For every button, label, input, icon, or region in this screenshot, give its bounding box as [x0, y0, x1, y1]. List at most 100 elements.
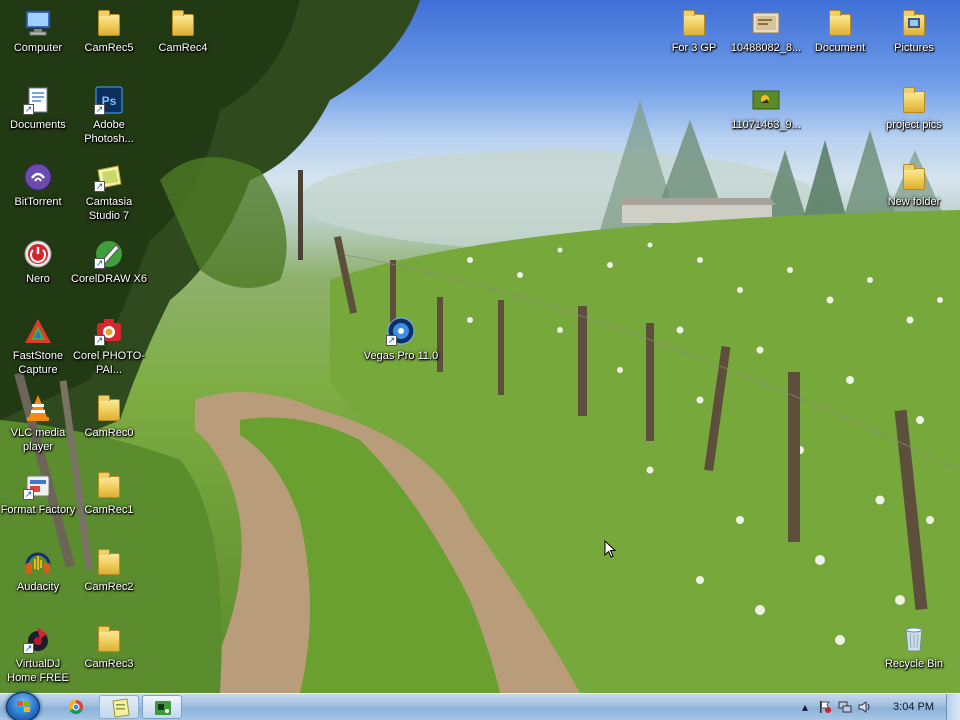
- desktop-icon-adobe-photoshop[interactable]: Ps ↗ Adobe Photosh...: [71, 80, 147, 154]
- desktop-icon-corel-photo-paint[interactable]: ↗ Corel PHOTO-PAI...: [71, 311, 147, 385]
- desktop-icon-recycle-bin[interactable]: Recycle Bin: [876, 619, 952, 693]
- image-file-icon: [751, 85, 781, 115]
- taskbar: ▴ 3:04 PM: [0, 692, 960, 720]
- desktop-icon-label: Documents: [10, 119, 66, 131]
- recycle-bin-icon: [899, 624, 929, 654]
- camtasia-icon: ↗: [94, 162, 124, 192]
- folder-icon: [94, 393, 124, 423]
- desktop-icon-coreldraw[interactable]: ↗ CorelDRAW X6: [71, 234, 147, 308]
- camrecorder-icon: [155, 701, 171, 715]
- desktop-icon-label: CamRec2: [84, 581, 134, 593]
- desktop-icon-camrec1[interactable]: CamRec1: [71, 465, 147, 539]
- desktop-icon-image-11071463[interactable]: 11071463_9...: [728, 80, 804, 154]
- folder-icon: [94, 8, 124, 38]
- desktop-icon-format-factory[interactable]: ↗ Format Factory: [0, 465, 76, 539]
- desktop-icon-camrec0[interactable]: CamRec0: [71, 388, 147, 462]
- audacity-icon: [23, 547, 53, 577]
- corel-photopaint-icon: ↗: [94, 316, 124, 346]
- desktop-icon-label: Format Factory: [0, 504, 76, 516]
- notepad-icon: [112, 698, 130, 718]
- desktop-icon-label: Audacity: [16, 581, 60, 593]
- desktop-icon-virtualdj[interactable]: ↗ VirtualDJ Home FREE: [0, 619, 76, 693]
- taskbar-clock[interactable]: 3:04 PM: [893, 694, 934, 720]
- vegas-icon: ↗: [386, 316, 416, 346]
- folder-icon: [899, 85, 929, 115]
- system-tray: ▴ 3:04 PM: [784, 694, 960, 720]
- desktop-icon-label: Vegas Pro 11.0: [363, 350, 439, 362]
- taskbar-notepad[interactable]: [99, 695, 139, 719]
- desktop-icon-for-3-gp[interactable]: For 3 GP: [656, 3, 732, 77]
- virtualdj-icon: ↗: [23, 624, 53, 654]
- desktop-icon-audacity[interactable]: Audacity: [0, 542, 76, 616]
- desktop-icon-computer[interactable]: Computer: [0, 3, 76, 77]
- folder-icon: [679, 8, 709, 38]
- image-file-icon: [751, 8, 781, 38]
- coreldraw-icon: ↗: [94, 239, 124, 269]
- folder-icon: [94, 624, 124, 654]
- folder-icon: [899, 162, 929, 192]
- desktop-icon-project-pics[interactable]: project pics: [876, 80, 952, 154]
- chrome-icon: [68, 699, 83, 715]
- desktop-icon-image-10488082[interactable]: 10488082_8...: [728, 3, 804, 77]
- action-center-flag-icon[interactable]: [818, 700, 832, 714]
- folder-icon: [94, 547, 124, 577]
- desktop-icon-label: VirtualDJ Home FREE: [7, 658, 69, 684]
- documents-icon: ↗: [23, 85, 53, 115]
- desktop-icon-label: CamRec4: [158, 42, 208, 54]
- volume-icon[interactable]: [858, 700, 872, 714]
- desktop-icon-camrec2[interactable]: CamRec2: [71, 542, 147, 616]
- desktop-icon-vegas-pro[interactable]: ↗ Vegas Pro 11.0: [363, 311, 439, 385]
- desktop-icon-document-folder[interactable]: Document: [802, 3, 878, 77]
- format-factory-icon: ↗: [23, 470, 53, 500]
- mouse-cursor-icon: [604, 540, 616, 558]
- network-icon[interactable]: [838, 700, 852, 714]
- desktop-icon-label: New folder: [887, 196, 941, 208]
- computer-icon: [23, 8, 53, 38]
- desktop-icon-label: Document: [814, 42, 866, 54]
- desktop-icon-camrec5[interactable]: CamRec5: [71, 3, 147, 77]
- desktop-icon-label: CamRec5: [84, 42, 134, 54]
- show-desktop-button[interactable]: [946, 694, 960, 720]
- vlc-icon: [23, 393, 53, 423]
- desktop-icon-label: 10488082_8...: [730, 42, 802, 54]
- desktop-icon-faststone-capture[interactable]: FastStone Capture: [0, 311, 76, 385]
- desktop-icon-label: 11071463_9...: [731, 119, 801, 131]
- desktop-icon-label: VLC media player: [10, 427, 66, 453]
- desktop-icon-label: CamRec1: [84, 504, 134, 516]
- desktop-icon-label: Corel PHOTO-PAI...: [73, 350, 145, 376]
- pictures-folder-icon: [899, 8, 929, 38]
- desktop-icon-label: CamRec3: [84, 658, 134, 670]
- desktop-icon-vlc[interactable]: VLC media player: [0, 388, 76, 462]
- desktop-icon-label: Computer: [13, 42, 63, 54]
- desktop-icon-label: project pics: [886, 119, 942, 131]
- desktop-icon-label: Recycle Bin: [884, 658, 944, 670]
- desktop-icon-pictures[interactable]: Pictures: [876, 3, 952, 77]
- desktop-icon-label: FastStone Capture: [12, 350, 64, 376]
- desktop-icon-nero[interactable]: Nero: [0, 234, 76, 308]
- folder-icon: [825, 8, 855, 38]
- desktop-icon-label: For 3 GP: [671, 42, 717, 54]
- folder-icon: [168, 8, 198, 38]
- chevron-up-icon[interactable]: ▴: [798, 700, 812, 714]
- desktop-icon-documents[interactable]: ↗ Documents: [0, 80, 76, 154]
- desktop-icon-new-folder[interactable]: New folder: [876, 157, 952, 231]
- desktop-icon-camtasia[interactable]: ↗ Camtasia Studio 7: [71, 157, 147, 231]
- desktop-icon-label: BitTorrent: [14, 196, 62, 208]
- taskbar-camrecorder[interactable]: [142, 695, 182, 719]
- taskbar-chrome[interactable]: [58, 695, 94, 719]
- nero-icon: [23, 239, 53, 269]
- photoshop-icon: Ps ↗: [94, 85, 124, 115]
- desktop-icon-bittorrent[interactable]: BitTorrent: [0, 157, 76, 231]
- folder-icon: [94, 470, 124, 500]
- desktop-icon-label: Nero: [26, 273, 50, 285]
- desktop-icon-camrec4[interactable]: CamRec4: [145, 3, 221, 77]
- desktop-icon-label: CamRec0: [84, 427, 134, 439]
- desktop-icon-label: Adobe Photosh...: [84, 119, 134, 145]
- desktop-icon-label: Camtasia Studio 7: [85, 196, 133, 222]
- desktop-icon-label: Pictures: [894, 42, 934, 54]
- desktop-icon-camrec3[interactable]: CamRec3: [71, 619, 147, 693]
- desktop-icon-label: CorelDRAW X6: [71, 273, 147, 285]
- start-button[interactable]: [6, 692, 40, 720]
- windows-logo-icon: [17, 701, 31, 714]
- bittorrent-icon: [23, 162, 53, 192]
